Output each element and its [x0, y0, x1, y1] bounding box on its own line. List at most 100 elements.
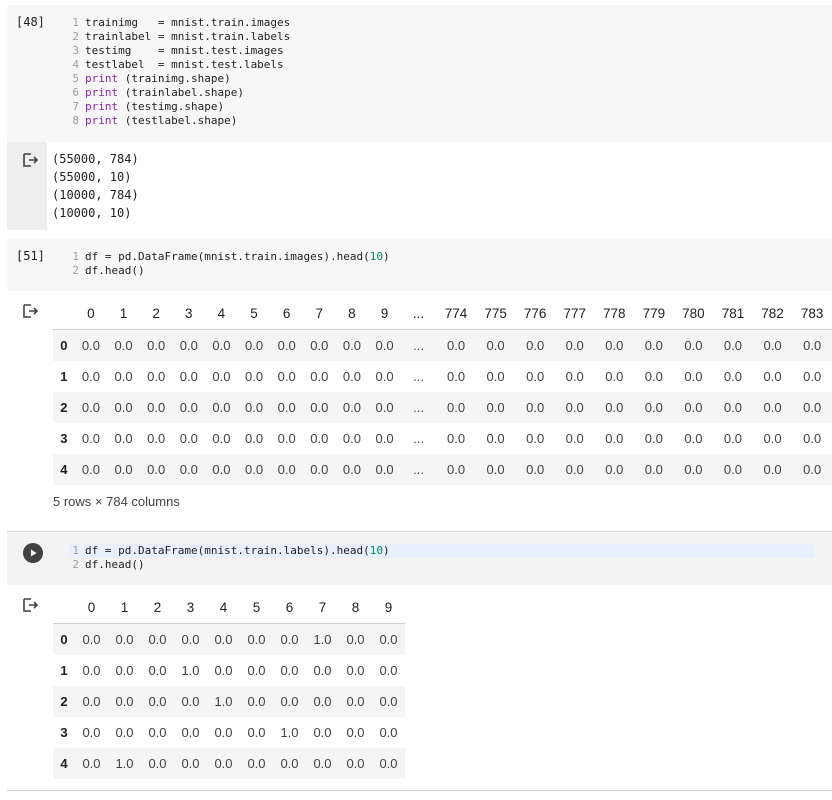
column-header: 777 — [554, 298, 595, 330]
code-editor[interactable]: 1 df = pd.DataFrame(mnist.train.images).h… — [69, 250, 390, 278]
column-header: 2 — [141, 592, 174, 624]
table-cell: 0.0 — [181, 725, 200, 740]
table-cell: 0.0 — [114, 338, 133, 353]
code-line[interactable]: 1 trainimg = mnist.train.images — [69, 16, 290, 30]
code-token: (testlabel.shape) — [118, 114, 238, 127]
code-line[interactable]: 3 testimg = mnist.test.images — [69, 44, 290, 58]
column-header: 778 — [594, 298, 635, 330]
code-editor[interactable]: 1 df = pd.DataFrame(mnist.train.labels).h… — [69, 544, 814, 572]
code-token: ) — [383, 544, 390, 557]
column-header: 774 — [436, 298, 476, 330]
table-cell: 0.0 — [82, 632, 101, 647]
output-arrow-icon[interactable] — [21, 596, 39, 614]
table-cell: 0.0 — [148, 694, 167, 709]
table-cell: 0.0 — [605, 400, 624, 415]
table-cell: 1.0 — [181, 663, 200, 678]
code-line[interactable]: 6 print (trainlabel.shape) — [69, 86, 290, 100]
output-arrow-icon[interactable] — [21, 302, 39, 320]
code-token: trainlabel = mnist.train.labels — [85, 30, 291, 43]
table-cell: 0.0 — [147, 338, 166, 353]
code-token: df = pd.DataFrame(mnist.train.images).he… — [85, 250, 370, 263]
table-row: 4 0.0 1.0 0.0 0.0 0.0 0.0 0.0 0.0 0.0 0.0 — [53, 748, 405, 779]
row-index: 4 — [60, 462, 68, 477]
table-cell: 0.0 — [212, 431, 231, 446]
code-line[interactable]: 7 print (testimg.shape) — [69, 100, 290, 114]
table-cell: 0.0 — [148, 663, 167, 678]
line-number: 2 — [72, 558, 79, 571]
table-cell: 0.0 — [526, 462, 545, 477]
table-cell: 0.0 — [723, 338, 742, 353]
table-cell: 0.0 — [212, 400, 231, 415]
code-token: df = pd.DataFrame(mnist.train.labels).he… — [85, 544, 370, 557]
table-cell: 0.0 — [181, 632, 200, 647]
line-number: 2 — [72, 30, 79, 43]
table-cell: ... — [413, 431, 424, 446]
column-header: 0 — [75, 592, 108, 624]
table-cell: 0.0 — [446, 338, 466, 353]
code-cell-2[interactable]: [51] 1 df = pd.DataFrame(mnist.train.imag… — [7, 239, 832, 291]
table-cell: 0.0 — [310, 400, 329, 415]
column-header: 782 — [752, 298, 793, 330]
table-cell: 0.0 — [644, 462, 663, 477]
table-cell: 0.0 — [346, 663, 365, 678]
table-cell: 0.0 — [342, 369, 361, 384]
code-line[interactable]: 8 print (testlabel.shape) — [69, 114, 290, 128]
cell-divider — [7, 531, 832, 532]
code-cell-1[interactable]: [48] 1 trainimg = mnist.train.images 2 trai… — [7, 5, 832, 142]
row-index: 0 — [60, 338, 68, 353]
column-header: 5 — [237, 298, 271, 330]
table-cell: 0.0 — [310, 431, 329, 446]
output-arrow-icon[interactable] — [21, 151, 39, 169]
code-cell-3[interactable]: 1 df = pd.DataFrame(mnist.train.labels).h… — [7, 533, 832, 585]
table-cell: 0.0 — [803, 369, 822, 384]
table-cell: 0.0 — [247, 756, 266, 771]
line-number: 6 — [72, 86, 79, 99]
table-cell: 0.0 — [565, 369, 584, 384]
run-cell-button[interactable] — [23, 543, 43, 563]
table-cell: 0.0 — [379, 632, 398, 647]
table-cell: 0.0 — [148, 725, 167, 740]
column-header: 5 — [240, 592, 273, 624]
table-cell: 0.0 — [486, 462, 505, 477]
row-index: 2 — [60, 400, 68, 415]
table-cell: 0.0 — [379, 694, 398, 709]
code-token: (trainlabel.shape) — [118, 86, 244, 99]
column-header: 3 — [174, 592, 207, 624]
table-row: 2 0.0 0.0 0.0 0.0 0.0 0.0 0.0 0.0 0.0 0.0... 0.0 0.0… — [53, 392, 832, 423]
table-cell: 0.0 — [723, 431, 742, 446]
table-cell: 1.0 — [115, 756, 134, 771]
table-cell: 0.0 — [280, 694, 299, 709]
table-cell: 0.0 — [565, 400, 584, 415]
execution-count: [51] — [16, 249, 45, 263]
table-cell: 0.0 — [313, 694, 332, 709]
table-cell: 0.0 — [684, 338, 703, 353]
table-cell: ... — [413, 400, 424, 415]
table-cell: 0.0 — [346, 725, 365, 740]
code-editor[interactable]: 1 trainimg = mnist.train.images 2 trainlabe… — [69, 16, 290, 128]
code-line[interactable]: 2 df.head() — [69, 264, 390, 278]
column-header: 8 — [335, 298, 369, 330]
table-row: 3 0.0 0.0 0.0 0.0 0.0 0.0 0.0 0.0 0.0 0.0... 0.0 0.0… — [53, 423, 832, 454]
code-line[interactable]: 1 df = pd.DataFrame(mnist.train.labels).h… — [69, 544, 814, 558]
code-line[interactable]: 1 df = pd.DataFrame(mnist.train.images).h… — [69, 250, 389, 264]
table-cell: 0.0 — [605, 431, 624, 446]
index-header — [53, 592, 75, 624]
table-cell: 0.0 — [644, 369, 663, 384]
table-cell: 0.0 — [526, 369, 545, 384]
code-line[interactable]: 2 trainlabel = mnist.train.labels — [69, 30, 290, 44]
column-header: 775 — [475, 298, 516, 330]
column-header: 776 — [515, 298, 555, 330]
table-cell: 0.0 — [342, 431, 361, 446]
row-index: 3 — [60, 725, 68, 740]
table-cell: 0.0 — [280, 632, 299, 647]
code-line[interactable]: 5 print (trainimg.shape) — [69, 72, 290, 86]
code-line[interactable]: 2 df.head() — [69, 558, 814, 572]
table-cell: 0.0 — [605, 462, 624, 477]
table-cell: 0.0 — [684, 431, 703, 446]
table-cell: 0.0 — [342, 400, 361, 415]
code-token: (trainimg.shape) — [118, 72, 231, 85]
index-header — [53, 298, 75, 330]
column-header: 4 — [205, 298, 238, 330]
code-line[interactable]: 4 testlabel = mnist.test.labels — [69, 58, 290, 72]
code-token: testimg = mnist.test.images — [85, 44, 284, 57]
